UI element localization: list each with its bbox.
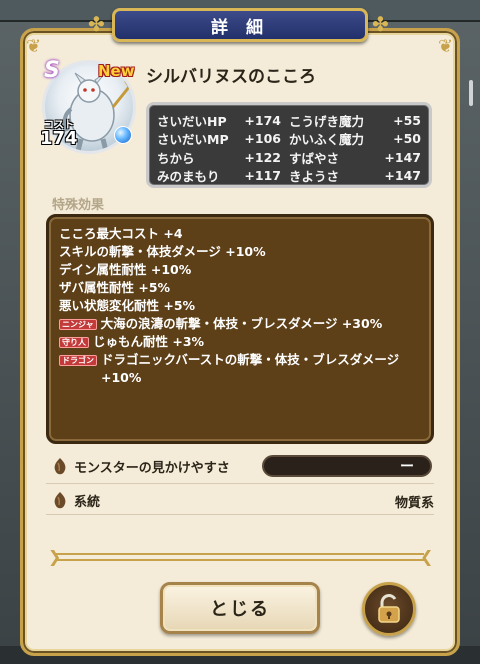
effect-line: ドラゴン ドラゴニックバーストの斬撃・体技・ブレスダメージ +10% xyxy=(59,351,421,387)
stats-row: みのまもり +117 きようさ +147 xyxy=(157,167,421,186)
stat-name: すばやさ xyxy=(289,150,340,166)
effect-text: ドラゴニックバーストの斬撃・体技・ブレスダメージ +10% xyxy=(101,352,400,385)
effect-line: 悪い状態変化耐性 +5% xyxy=(59,297,421,315)
visibility-value-bar: ー xyxy=(262,455,432,477)
stat-name: きようさ xyxy=(289,169,340,185)
stat-value: +50 xyxy=(393,131,421,147)
visibility-value: ー xyxy=(400,459,414,475)
corner-ornament-icon: ❦ xyxy=(438,36,454,57)
divider xyxy=(46,514,434,515)
job-tag: ドラゴン xyxy=(59,355,97,366)
cost-value: 174 xyxy=(40,128,78,149)
job-tag: 守り人 xyxy=(59,337,89,348)
effect-text: デイン属性耐性 +10% xyxy=(59,262,192,277)
stats-row: さいだいMP +106 かいふく魔力 +50 xyxy=(157,130,421,149)
stats-row: ちから +122 すばやさ +147 xyxy=(157,148,421,167)
effects-section-label: 特殊効果 xyxy=(52,198,105,213)
job-tag: ニンジャ xyxy=(59,319,97,330)
stat-value: +147 xyxy=(384,168,421,184)
effect-text: 悪い状態変化耐性 +5% xyxy=(59,298,196,313)
stats-row: さいだいHP +174 こうげき魔力 +55 xyxy=(157,111,421,130)
stat-value: +122 xyxy=(244,149,281,165)
visibility-label: モンスターの見かけやすさ xyxy=(74,460,230,476)
stat-value: +174 xyxy=(244,112,281,128)
scrollbar-thumb[interactable] xyxy=(469,80,473,106)
stat-value: +117 xyxy=(244,168,281,184)
lineage-value: 物質系 xyxy=(394,496,434,511)
effect-text: 大海の浪濤の斬撃・体技・ブレスダメージ +30% xyxy=(100,316,383,331)
effect-line: デイン属性耐性 +10% xyxy=(59,261,421,279)
effect-line: こころ最大コスト +4 xyxy=(59,225,421,243)
effect-line: 守り人 じゅもん耐性 +3% xyxy=(59,333,421,351)
effect-text: ザバ属性耐性 +5% xyxy=(59,280,171,295)
effect-text: スキルの斬撃・体技ダメージ +10% xyxy=(59,244,266,259)
rule-ornament-icon: ❮ xyxy=(420,547,434,566)
effect-text: こころ最大コスト +4 xyxy=(59,226,183,241)
water-orb-icon xyxy=(114,126,132,144)
effect-text: じゅもん耐性 +3% xyxy=(93,334,205,349)
effect-line: ザバ属性耐性 +5% xyxy=(59,279,421,297)
gold-rule xyxy=(56,553,424,561)
stat-name: かいふく魔力 xyxy=(289,132,365,148)
seed-icon xyxy=(50,456,70,476)
monster-name: シルバリヌスのこころ xyxy=(146,67,316,87)
divider xyxy=(46,483,434,484)
lineage-row: 系統 xyxy=(46,487,434,513)
stat-name: みのまもり xyxy=(157,169,220,185)
effect-line: ニンジャ 大海の浪濤の斬撃・体技・ブレスダメージ +30% xyxy=(59,315,421,333)
unlock-icon xyxy=(378,594,400,623)
stat-value: +106 xyxy=(244,131,281,147)
stats-box: さいだいHP +174 こうげき魔力 +55 さいだいMP +106 かいふく魔… xyxy=(146,102,432,188)
stat-value: +55 xyxy=(393,112,421,128)
new-badge: New xyxy=(98,62,135,80)
close-button-label: とじる xyxy=(210,599,270,620)
dialog-title: 詳 細 xyxy=(112,8,368,42)
rank-badge: S xyxy=(44,58,68,84)
lineage-label: 系統 xyxy=(74,494,101,510)
stat-name: こうげき魔力 xyxy=(289,113,365,129)
title-ornament-icon: ✤ xyxy=(88,12,105,36)
effect-line: スキルの斬撃・体技ダメージ +10% xyxy=(59,243,421,261)
seed-icon xyxy=(50,490,70,510)
stat-name: ちから xyxy=(157,150,195,166)
dialog-title-text: 詳 細 xyxy=(211,17,269,38)
close-button[interactable]: とじる xyxy=(160,582,320,634)
lock-button[interactable] xyxy=(362,582,416,636)
title-ornament-icon: ✤ xyxy=(372,12,389,36)
stat-name: さいだいHP xyxy=(157,113,227,129)
effects-box[interactable]: こころ最大コスト +4 スキルの斬撃・体技ダメージ +10% デイン属性耐性 +… xyxy=(46,214,434,444)
stat-name: さいだいMP xyxy=(157,132,229,148)
corner-ornament-icon: ❦ xyxy=(26,36,42,57)
stat-value: +147 xyxy=(384,149,421,165)
